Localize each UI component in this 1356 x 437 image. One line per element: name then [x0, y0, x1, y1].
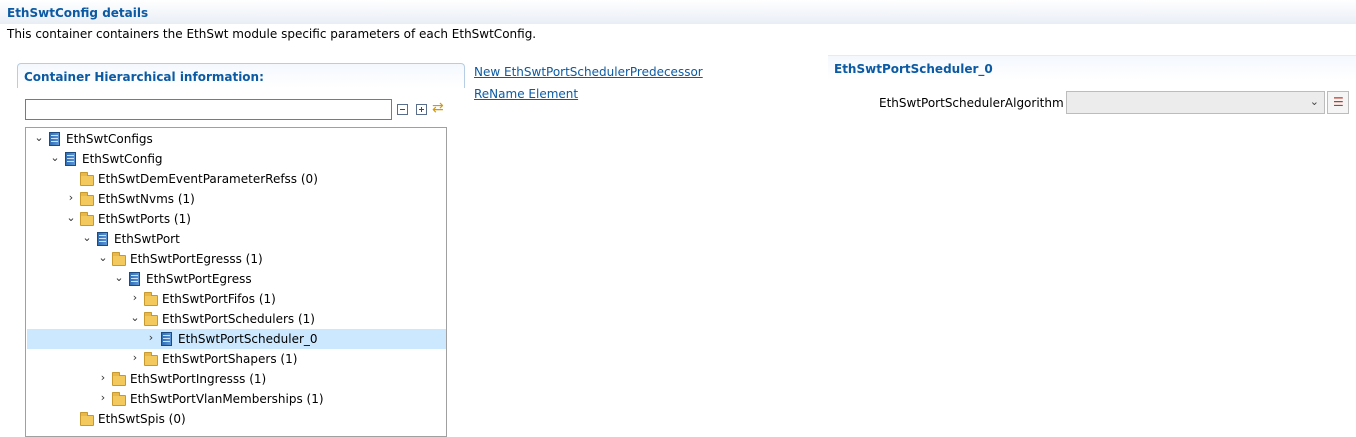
tree-node-label: EthSwtPortVlanMemberships (1)	[130, 392, 324, 406]
container-tree[interactable]: ⌄ EthSwtConfigs ⌄ EthSwtConfig EthSwtDemEven…	[25, 127, 447, 437]
tree-filter-input[interactable]	[25, 99, 392, 120]
chevron-right-icon[interactable]: ›	[97, 392, 109, 404]
header-bar	[0, 0, 1356, 24]
container-icon	[161, 332, 172, 346]
new-predecessor-link[interactable]: New EthSwtPortSchedulerPredecessor	[474, 65, 703, 79]
collapse-all-icon[interactable]	[397, 104, 408, 115]
container-icon	[97, 232, 108, 246]
tree-node[interactable]: › EthSwtPortIngresss (1)	[27, 369, 446, 389]
folder-icon	[80, 412, 94, 426]
tree-node-label: EthSwtPorts (1)	[98, 212, 191, 226]
tree-node-label: EthSwtPort	[114, 232, 180, 246]
folder-icon	[80, 192, 94, 206]
chevron-right-icon[interactable]: ›	[65, 192, 77, 204]
tree-node[interactable]: ⌄ EthSwtConfig	[27, 149, 446, 169]
page-title: EthSwtConfig details	[7, 6, 149, 20]
folder-icon	[80, 172, 94, 186]
tree-node-label: EthSwtPortScheduler_0	[178, 332, 318, 346]
chevron-right-icon[interactable]: ›	[97, 372, 109, 384]
container-icon	[129, 272, 140, 286]
value-list-button[interactable]: ☰	[1327, 91, 1349, 114]
chevron-right-icon[interactable]: ›	[129, 352, 141, 364]
scheduler-algorithm-label: EthSwtPortSchedulerAlgorithm :	[879, 96, 1072, 110]
scheduler-algorithm-select[interactable]: ⌄	[1066, 91, 1325, 114]
tree-node[interactable]: EthSwtDemEventParameterRefss (0)	[27, 169, 446, 189]
rename-element-link[interactable]: ReName Element	[474, 87, 578, 101]
tree-node-label: EthSwtPortEgress	[146, 272, 252, 286]
tree-node[interactable]: EthSwtSpis (0)	[27, 409, 446, 429]
chevron-down-icon[interactable]: ⌄	[65, 212, 77, 224]
hierarchy-section-header: Container Hierarchical information:	[17, 63, 465, 88]
details-section-header: EthSwtPortScheduler_0	[828, 55, 1356, 80]
expand-all-icon[interactable]	[416, 104, 427, 115]
tree-node[interactable]: › EthSwtPortShapers (1)	[27, 349, 446, 369]
tree-node-label: EthSwtPortFifos (1)	[162, 292, 276, 306]
tree-node-label: EthSwtSpis (0)	[98, 412, 186, 426]
chevron-down-icon[interactable]: ⌄	[49, 152, 61, 164]
container-icon	[65, 152, 76, 166]
tree-node-label: EthSwtPortEgresss (1)	[130, 252, 263, 266]
folder-icon	[112, 372, 126, 386]
tree-node-label: EthSwtPortShapers (1)	[162, 352, 298, 366]
tree-node[interactable]: › EthSwtPortFifos (1)	[27, 289, 446, 309]
tree-node-label: EthSwtPortIngresss (1)	[130, 372, 267, 386]
tree-node[interactable]: ⌄ EthSwtPort	[27, 229, 446, 249]
tree-node[interactable]: ⌄ EthSwtPorts (1)	[27, 209, 446, 229]
details-title: EthSwtPortScheduler_0	[834, 62, 993, 76]
folder-icon	[144, 312, 158, 326]
tree-node[interactable]: › EthSwtPortVlanMemberships (1)	[27, 389, 446, 409]
page-description: This container containers the EthSwt mod…	[7, 27, 537, 41]
folder-icon	[80, 212, 94, 226]
chevron-down-icon[interactable]: ⌄	[33, 132, 45, 144]
tree-node[interactable]: ⌄ EthSwtPortEgress	[27, 269, 446, 289]
chevron-down-icon[interactable]: ⌄	[129, 312, 141, 324]
tree-node[interactable]: › EthSwtPortScheduler_0	[27, 329, 446, 349]
tree-node[interactable]: ⌄ EthSwtPortSchedulers (1)	[27, 309, 446, 329]
tree-node-label: EthSwtDemEventParameterRefss (0)	[98, 172, 318, 186]
tree-node-label: EthSwtNvms (1)	[98, 192, 195, 206]
folder-icon	[112, 392, 126, 406]
chevron-down-icon[interactable]: ⌄	[81, 232, 93, 244]
tree-node-label: EthSwtConfig	[82, 152, 163, 166]
list-icon: ☰	[1333, 95, 1344, 109]
hierarchy-title: Container Hierarchical information:	[24, 70, 264, 84]
tree-node-label: EthSwtPortSchedulers (1)	[162, 312, 315, 326]
folder-icon	[112, 252, 126, 266]
tree-node[interactable]: ⌄ EthSwtPortEgresss (1)	[27, 249, 446, 269]
chevron-down-icon[interactable]: ⌄	[97, 252, 109, 264]
chevron-down-icon[interactable]: ⌄	[1310, 95, 1319, 108]
folder-icon	[144, 292, 158, 306]
sync-icon[interactable]: ⇄	[432, 101, 446, 115]
chevron-down-icon[interactable]: ⌄	[113, 272, 125, 284]
tree-node-label: EthSwtConfigs	[66, 132, 153, 146]
chevron-right-icon[interactable]: ›	[129, 292, 141, 304]
folder-icon	[144, 352, 158, 366]
tree-node[interactable]: ⌄ EthSwtConfigs	[27, 129, 446, 149]
tree-node[interactable]: › EthSwtNvms (1)	[27, 189, 446, 209]
chevron-right-icon[interactable]: ›	[145, 332, 157, 344]
container-icon	[49, 132, 60, 146]
